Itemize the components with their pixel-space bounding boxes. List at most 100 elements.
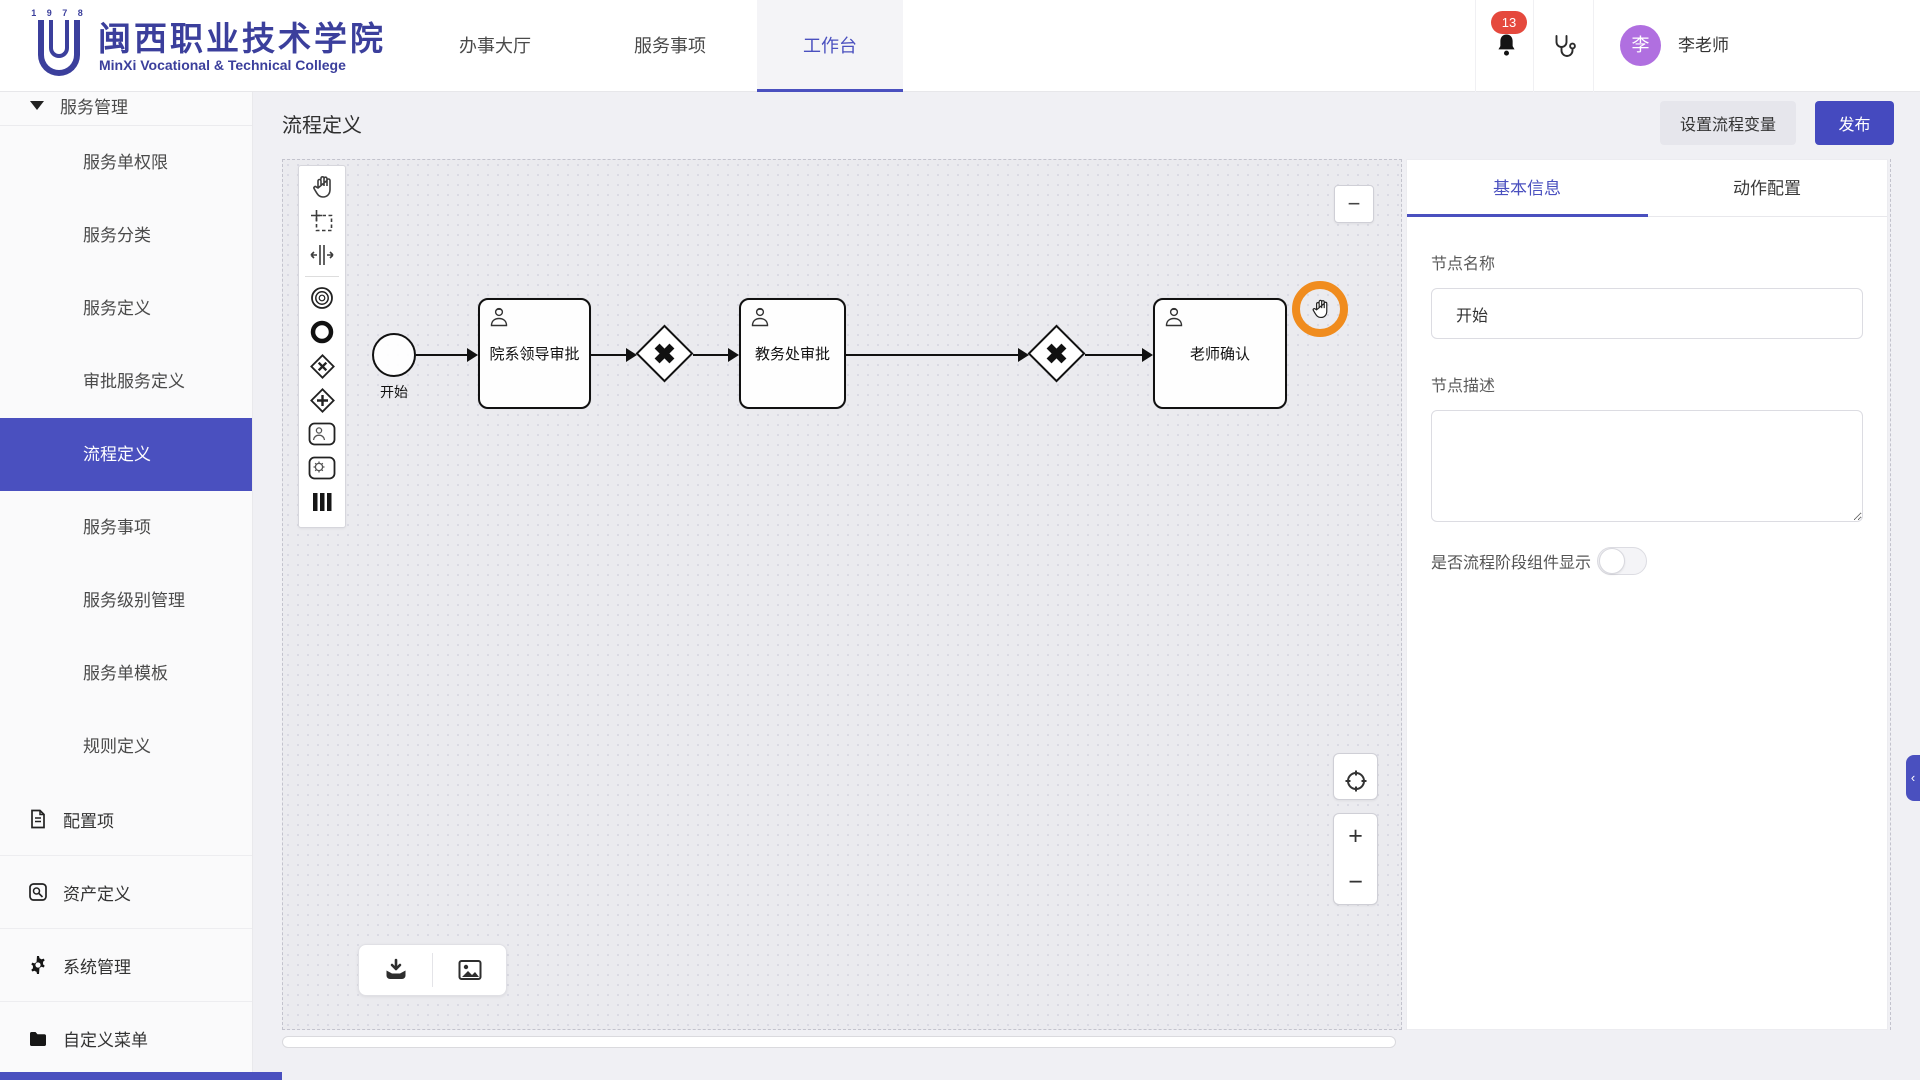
user-icon: [488, 306, 510, 328]
sidebar: 服务管理 服务单权限 服务分类 服务定义 审批服务定义 流程定义 服务事项 服务…: [0, 92, 253, 1080]
active-tab-underline: [1407, 214, 1648, 217]
stethoscope-icon: [1552, 34, 1577, 59]
notification-badge: 13: [1491, 11, 1527, 34]
user-avatar[interactable]: 李: [1620, 25, 1661, 66]
node-name-label: 节点名称: [1431, 250, 1863, 274]
gear-icon: [28, 955, 48, 975]
exclusive-gateway-node[interactable]: [636, 325, 694, 383]
arrowhead-icon: [626, 348, 637, 362]
arrowhead-icon: [728, 348, 739, 362]
sidebar-group-service-management[interactable]: 服务管理: [0, 92, 252, 126]
panel-collapse-handle[interactable]: ‹: [1906, 755, 1920, 801]
asset-icon: [28, 882, 48, 902]
zoom-controls: + −: [1333, 813, 1378, 905]
tab-basic-info[interactable]: 基本信息: [1407, 160, 1647, 216]
college-name-zh: 闽西职业技术学院: [98, 12, 386, 60]
sequence-flow: [416, 354, 468, 356]
app-header: 1 9 7 8 闽西职业技术学院 MinXi Vocational & Tech…: [0, 0, 1920, 92]
download-image-button[interactable]: [433, 945, 506, 995]
user-task-icon[interactable]: [299, 417, 345, 451]
space-tool-icon[interactable]: [299, 238, 345, 272]
cursor-highlight-ring: [1292, 281, 1348, 337]
lasso-tool-icon[interactable]: [299, 204, 345, 238]
sidebar-item-service-order-permission[interactable]: 服务单权限: [0, 126, 252, 199]
user-name[interactable]: 李老师: [1678, 0, 1729, 92]
user-icon: [749, 306, 771, 328]
document-icon: [28, 809, 48, 829]
notification-bell-button[interactable]: 13: [1479, 0, 1533, 92]
node-description-label: 节点描述: [1431, 372, 1863, 396]
sidebar-item-service-category[interactable]: 服务分类: [0, 199, 252, 272]
start-event-label: 开始: [362, 382, 426, 402]
service-task-icon[interactable]: [299, 451, 345, 485]
sequence-flow: [1085, 354, 1143, 356]
chevron-down-icon: [30, 101, 44, 110]
sidebar-item-service-order-template[interactable]: 服务单模板: [0, 637, 252, 710]
intermediate-event-icon[interactable]: [299, 281, 345, 315]
exclusive-gateway-node[interactable]: [1028, 325, 1086, 383]
page-title: 流程定义: [282, 109, 362, 138]
sidebar-item-service-level-management[interactable]: 服务级别管理: [0, 564, 252, 637]
task-node-teacher-confirm[interactable]: 老师确认: [1153, 298, 1287, 409]
sequence-flow: [846, 354, 1019, 356]
bpmn-canvas[interactable]: − 开始 院系领导审批 教务处审批 老师确认: [282, 159, 1402, 1030]
sidebar-item-custom-menu[interactable]: 自定义菜单: [0, 1002, 252, 1075]
sidebar-item-asset-definition[interactable]: 资产定义: [0, 856, 252, 929]
active-tab-underline: [757, 89, 903, 92]
end-event-icon[interactable]: [299, 315, 345, 349]
zoom-out-button[interactable]: −: [1334, 860, 1377, 906]
sidebar-top-level-items: 配置项 资产定义 系统管理 自定义菜单: [0, 783, 252, 1075]
college-name-en: MinXi Vocational & Technical College: [99, 57, 346, 73]
hand-tool-icon[interactable]: [299, 170, 345, 204]
bottom-scrollbar-thumb[interactable]: [0, 1072, 282, 1080]
panel-tabs: 基本信息 动作配置: [1407, 160, 1887, 217]
college-logo-icon: 1 9 7 8: [30, 8, 88, 84]
sidebar-item-config-items[interactable]: 配置项: [0, 783, 252, 856]
start-event-node[interactable]: [372, 333, 416, 377]
stage-component-toggle-label: 是否流程阶段组件显示: [1431, 549, 1591, 573]
sidebar-item-service-matters[interactable]: 服务事项: [0, 491, 252, 564]
stethoscope-button[interactable]: [1535, 0, 1593, 92]
sidebar-item-system-management[interactable]: 系统管理: [0, 929, 252, 1002]
node-name-input[interactable]: [1431, 288, 1863, 339]
logo-year: 1 9 7 8: [30, 8, 88, 18]
publish-button[interactable]: 发布: [1815, 101, 1894, 145]
stage-component-toggle[interactable]: [1597, 547, 1647, 575]
tab-action-config[interactable]: 动作配置: [1647, 160, 1887, 216]
lanes-icon[interactable]: [299, 485, 345, 519]
sidebar-item-approval-service-definition[interactable]: 审批服务定义: [0, 345, 252, 418]
canvas-collapse-button[interactable]: −: [1334, 185, 1374, 223]
nav-item-service-hall[interactable]: 办事大厅: [430, 0, 560, 92]
palette-separator: [305, 276, 339, 277]
folder-icon: [28, 1029, 48, 1049]
parallel-gateway-icon[interactable]: [299, 383, 345, 417]
exclusive-gateway-icon[interactable]: [299, 349, 345, 383]
arrowhead-icon: [1018, 348, 1029, 362]
user-icon: [1163, 306, 1185, 328]
properties-panel: 基本信息 动作配置 节点名称 节点描述 是否流程阶段组件显示: [1406, 159, 1888, 1030]
hand-cursor-icon: [1309, 298, 1331, 320]
zoom-in-button[interactable]: +: [1334, 814, 1377, 860]
sequence-flow: [591, 354, 627, 356]
sidebar-submenu: 服务单权限 服务分类 服务定义 审批服务定义 流程定义 服务事项 服务级别管理 …: [0, 126, 252, 783]
set-process-variables-button[interactable]: 设置流程变量: [1660, 101, 1796, 145]
nav-item-service-matters[interactable]: 服务事项: [605, 0, 735, 92]
arrowhead-icon: [467, 348, 478, 362]
bpmn-palette: [298, 165, 346, 528]
reset-zoom-button[interactable]: [1333, 753, 1378, 800]
sequence-flow: [693, 354, 729, 356]
task-node-dept-leader-approval[interactable]: 院系领导审批: [478, 298, 591, 409]
main-content: 流程定义 设置流程变量 发布: [253, 92, 1920, 1080]
node-description-textarea[interactable]: [1431, 410, 1863, 522]
canvas-horizontal-scrollbar[interactable]: [282, 1036, 1396, 1048]
sidebar-item-process-definition[interactable]: 流程定义: [0, 418, 252, 491]
image-icon: [457, 957, 483, 983]
export-toolbar: [358, 944, 507, 996]
nav-item-workbench[interactable]: 工作台: [757, 0, 903, 92]
task-node-academic-office-approval[interactable]: 教务处审批: [739, 298, 846, 409]
sidebar-item-rule-definition[interactable]: 规则定义: [0, 710, 252, 783]
sidebar-item-service-definition[interactable]: 服务定义: [0, 272, 252, 345]
crosshair-icon: [1344, 769, 1368, 793]
download-xml-button[interactable]: [359, 945, 432, 995]
bell-icon: [1495, 32, 1518, 58]
